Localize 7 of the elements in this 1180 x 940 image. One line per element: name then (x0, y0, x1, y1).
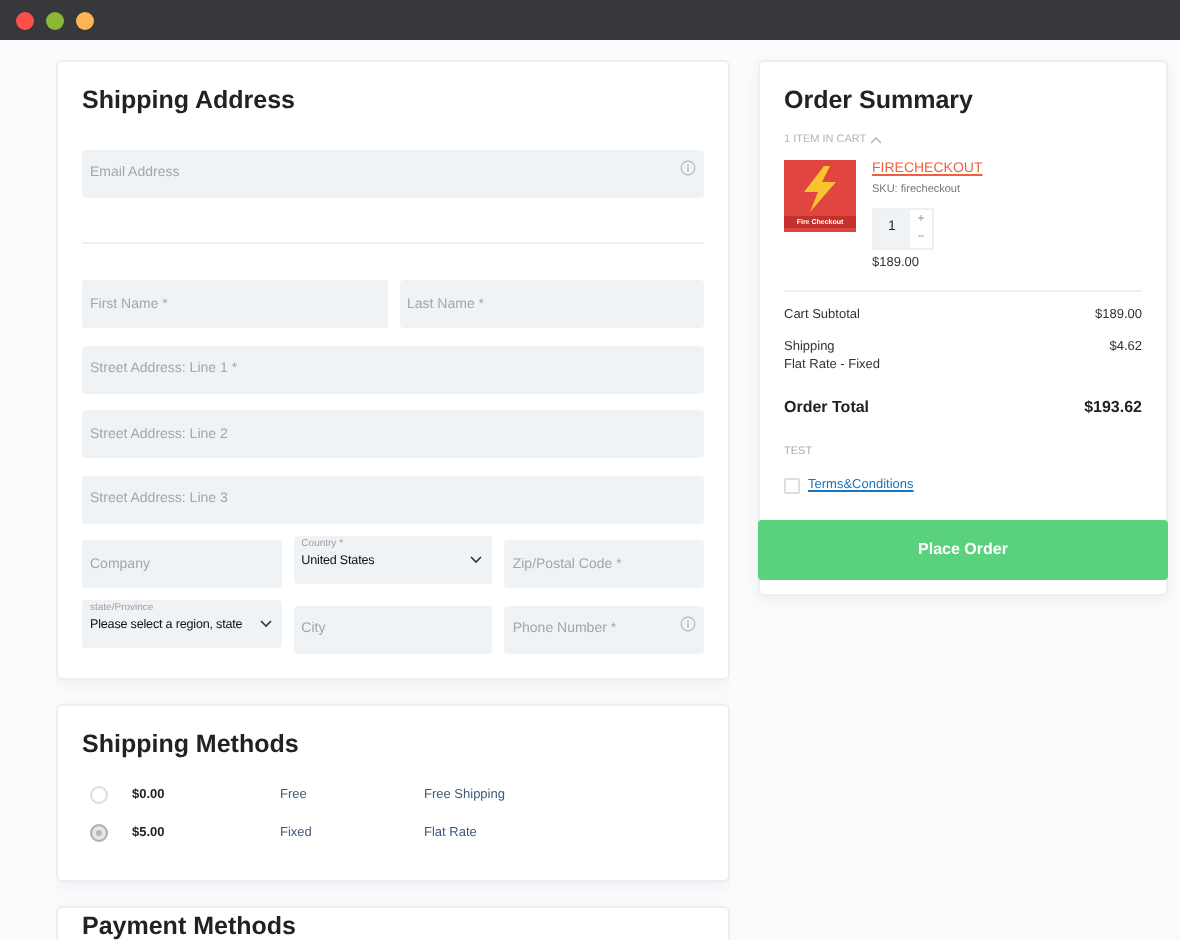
section-title: Order Summary (784, 86, 975, 116)
section-title: Shipping Address (82, 86, 297, 116)
order-total-label: Order Total (784, 396, 870, 420)
section-title: Payment Methods (82, 914, 298, 940)
order-total-value: $193.62 (1084, 396, 1142, 420)
section-title: Shipping Methods (82, 730, 301, 760)
place-order-button[interactable]: Place Order (758, 520, 1168, 580)
